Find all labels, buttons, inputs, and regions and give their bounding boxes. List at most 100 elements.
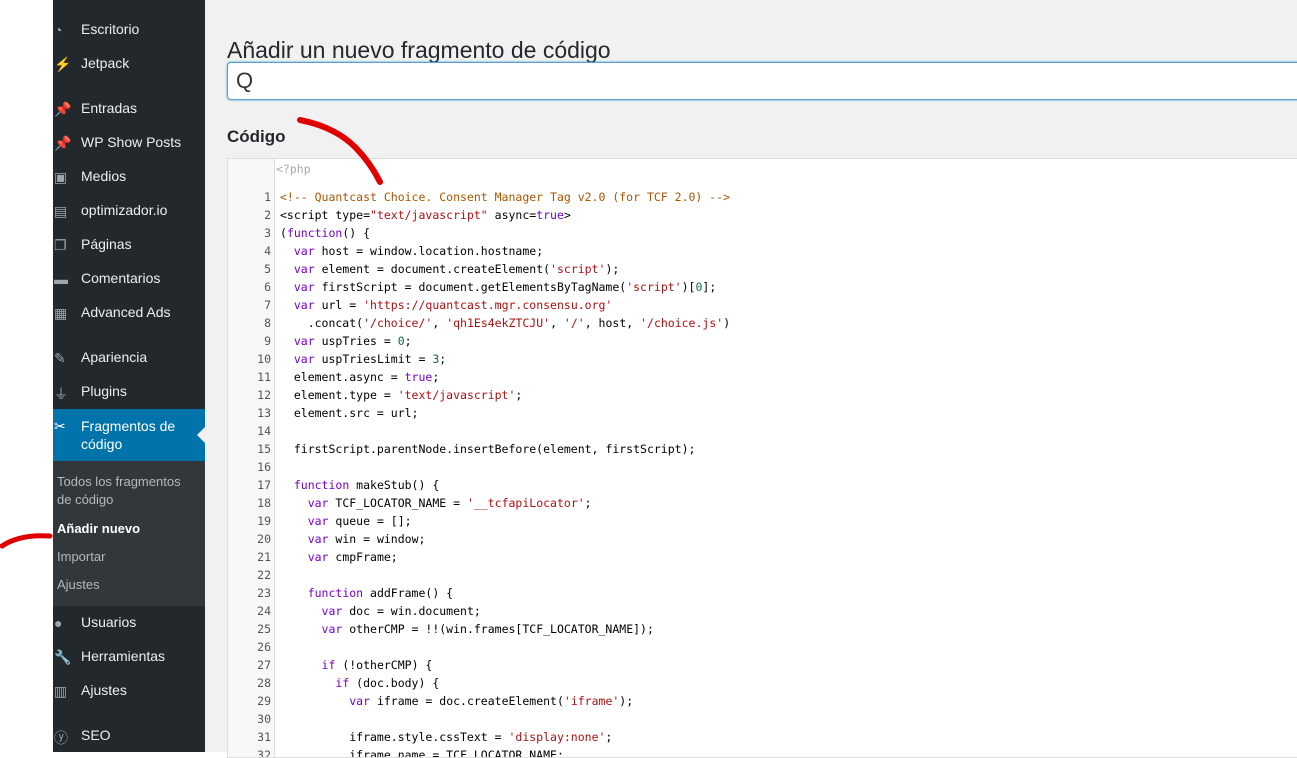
code-line: 25 var otherCMP = !!(win.frames[TCF_LOCA…	[228, 620, 1297, 638]
submenu-item-importar[interactable]: Importar	[57, 548, 197, 566]
code-editor[interactable]: <?php 1 <!-- Quantcast Choice. Consent Ma…	[227, 158, 1297, 758]
sidebar-item-fragmentos-de-c-digo[interactable]: ✂ Fragmentos de código	[53, 409, 205, 461]
code-line: 15 firstScript.parentNode.insertBefore(e…	[228, 440, 1297, 458]
wrench-icon: 🔧	[54, 649, 72, 665]
code-line: 16	[228, 458, 1297, 476]
code-text: var host = window.location.hostname;	[293, 244, 544, 258]
sidebar-item-plugins[interactable]: ⏚ Plugins	[53, 375, 205, 409]
submenu-item-ajustes[interactable]: Ajustes	[57, 576, 197, 594]
sidebar-item-label: Herramientas	[81, 648, 166, 664]
settings-icon: ▥	[54, 683, 68, 699]
php-open-tag: <?php	[276, 162, 311, 176]
jetpack-icon: ⚡	[54, 56, 72, 72]
sidebar-item-label: Medios	[81, 168, 127, 184]
code-line: 10 var uspTriesLimit = 3;	[228, 350, 1297, 368]
line-number: 21	[257, 550, 271, 564]
code-line: 27 if (!otherCMP) {	[228, 656, 1297, 674]
code-text: if (!otherCMP) {	[321, 658, 433, 672]
code-text: var TCF_LOCATOR_NAME = '__tcfapiLocator'…	[307, 496, 592, 510]
sidebar-item-label: optimizador.io	[81, 202, 168, 218]
code-line: 31 iframe.style.cssText = 'display:none'…	[228, 728, 1297, 746]
sidebar-item-optimizador-io[interactable]: ▤ optimizador.io	[53, 194, 205, 228]
submenu-item-todos-los-fragmentos-de-c-digo[interactable]: Todos los fragmentos de código	[57, 473, 197, 509]
code-text: (function() {	[280, 226, 371, 240]
code-line: 5 var element = document.createElement('…	[228, 260, 1297, 278]
page-title: Añadir un nuevo fragmento de código	[227, 37, 611, 64]
code-line: 29 var iframe = doc.createElement('ifram…	[228, 692, 1297, 710]
sidebar-item-label: Páginas	[81, 236, 132, 252]
code-line: 23 function addFrame() {	[228, 584, 1297, 602]
code-line: 21 var cmpFrame;	[228, 548, 1297, 566]
code-line: 1 <!-- Quantcast Choice. Consent Manager …	[228, 188, 1297, 206]
code-text: var win = window;	[307, 532, 426, 546]
line-number: 3	[264, 226, 271, 240]
code-line: 12 element.type = 'text/javascript';	[228, 386, 1297, 404]
line-number: 26	[257, 640, 271, 654]
sidebar-item-ajustes[interactable]: ▥ Ajustes	[53, 674, 205, 708]
code-line: 22	[228, 566, 1297, 584]
code-line: 13 element.src = url;	[228, 404, 1297, 422]
sidebar-item-usuarios[interactable]: ● Usuarios	[53, 606, 205, 640]
submenu-item-a-adir-nuevo[interactable]: Añadir nuevo	[57, 520, 197, 538]
sidebar-item-label: Fragmentos de código	[81, 418, 176, 452]
code-line: 19 var queue = [];	[228, 512, 1297, 530]
sidebar-item-jetpack[interactable]: ⚡ Jetpack	[53, 47, 205, 81]
user-icon: ●	[54, 615, 63, 631]
line-number: 9	[264, 334, 271, 348]
brush-icon: ✎	[54, 350, 66, 366]
line-number: 1	[264, 190, 271, 204]
line-number: 25	[257, 622, 271, 636]
sidebar-item-medios[interactable]: ▣ Medios	[53, 160, 205, 194]
line-number: 15	[257, 442, 271, 456]
pin-icon: 📌	[54, 101, 72, 117]
ads-icon: ▦	[54, 305, 68, 321]
sidebar-item-entradas[interactable]: 📌 Entradas	[53, 92, 205, 126]
sidebar-item-wp-show-posts[interactable]: 📌 WP Show Posts	[53, 126, 205, 160]
sidebar-item-label: Entradas	[81, 100, 138, 116]
line-number: 8	[264, 316, 271, 330]
code-line: 20 var win = window;	[228, 530, 1297, 548]
snippet-title-input[interactable]	[227, 62, 1297, 100]
plugin-icon: ⏚	[54, 386, 68, 402]
annotation-mark-icon	[0, 533, 53, 549]
code-line: 14	[228, 422, 1297, 440]
code-text: function makeStub() {	[293, 478, 440, 492]
sidebar-item-comentarios[interactable]: ▬ Comentarios	[53, 262, 205, 296]
code-line: 18 var TCF_LOCATOR_NAME = '__tcfapiLocat…	[228, 494, 1297, 512]
line-number: 32	[257, 748, 271, 758]
line-number: 20	[257, 532, 271, 546]
sidebar-item-herramientas[interactable]: 🔧 Herramientas	[53, 640, 205, 674]
sidebar-item-advanced-ads[interactable]: ▦ Advanced Ads	[53, 296, 205, 330]
sidebar-item-seo[interactable]: ⓨ SEO	[53, 719, 205, 753]
comment-icon: ▬	[54, 271, 68, 287]
admin-sidebar: ◔ Escritorio ⚡ Jetpack 📌 Entradas 📌 WP Show Pos…	[53, 0, 205, 752]
code-text: var url = 'https://quantcast.mgr.consens…	[293, 298, 613, 312]
code-text: var iframe = doc.createElement('iframe')…	[349, 694, 634, 708]
code-text: iframe.name = TCF_LOCATOR_NAME;	[280, 748, 564, 758]
code-text: var otherCMP = !!(win.frames[TCF_LOCATOR…	[321, 622, 654, 636]
sidebar-item-label: Escritorio	[81, 21, 140, 37]
yoast-icon: ⓨ	[54, 730, 68, 746]
sidebar-item-p-ginas[interactable]: ❐ Páginas	[53, 228, 205, 262]
sidebar-item-label: Usuarios	[81, 614, 137, 630]
code-line: 6 var firstScript = document.getElements…	[228, 278, 1297, 296]
line-number: 17	[257, 478, 271, 492]
line-number: 31	[257, 730, 271, 744]
line-number: 24	[257, 604, 271, 618]
code-text: <script type="text/javascript" async=tru…	[280, 208, 571, 222]
sidebar-item-escritorio[interactable]: ◔ Escritorio	[53, 13, 205, 47]
line-number: 12	[257, 388, 271, 402]
code-text: var uspTries = 0;	[293, 334, 412, 348]
code-text: firstScript.parentNode.insertBefore(elem…	[280, 442, 696, 456]
code-text: element.async = true;	[280, 370, 440, 384]
sidebar-item-apariencia[interactable]: ✎ Apariencia	[53, 341, 205, 375]
code-line: 7 var url = 'https://quantcast.mgr.conse…	[228, 296, 1297, 314]
submenu: Todos los fragmentos de código Añadir nue…	[53, 461, 205, 606]
sidebar-item-label: SEO	[81, 727, 111, 743]
line-number: 10	[257, 352, 271, 366]
code-line: 32 iframe.name = TCF_LOCATOR_NAME;	[228, 746, 1297, 758]
code-text: var cmpFrame;	[307, 550, 398, 564]
line-number: 7	[264, 298, 271, 312]
code-line: 4 var host = window.location.hostname;	[228, 242, 1297, 260]
line-number: 29	[257, 694, 271, 708]
